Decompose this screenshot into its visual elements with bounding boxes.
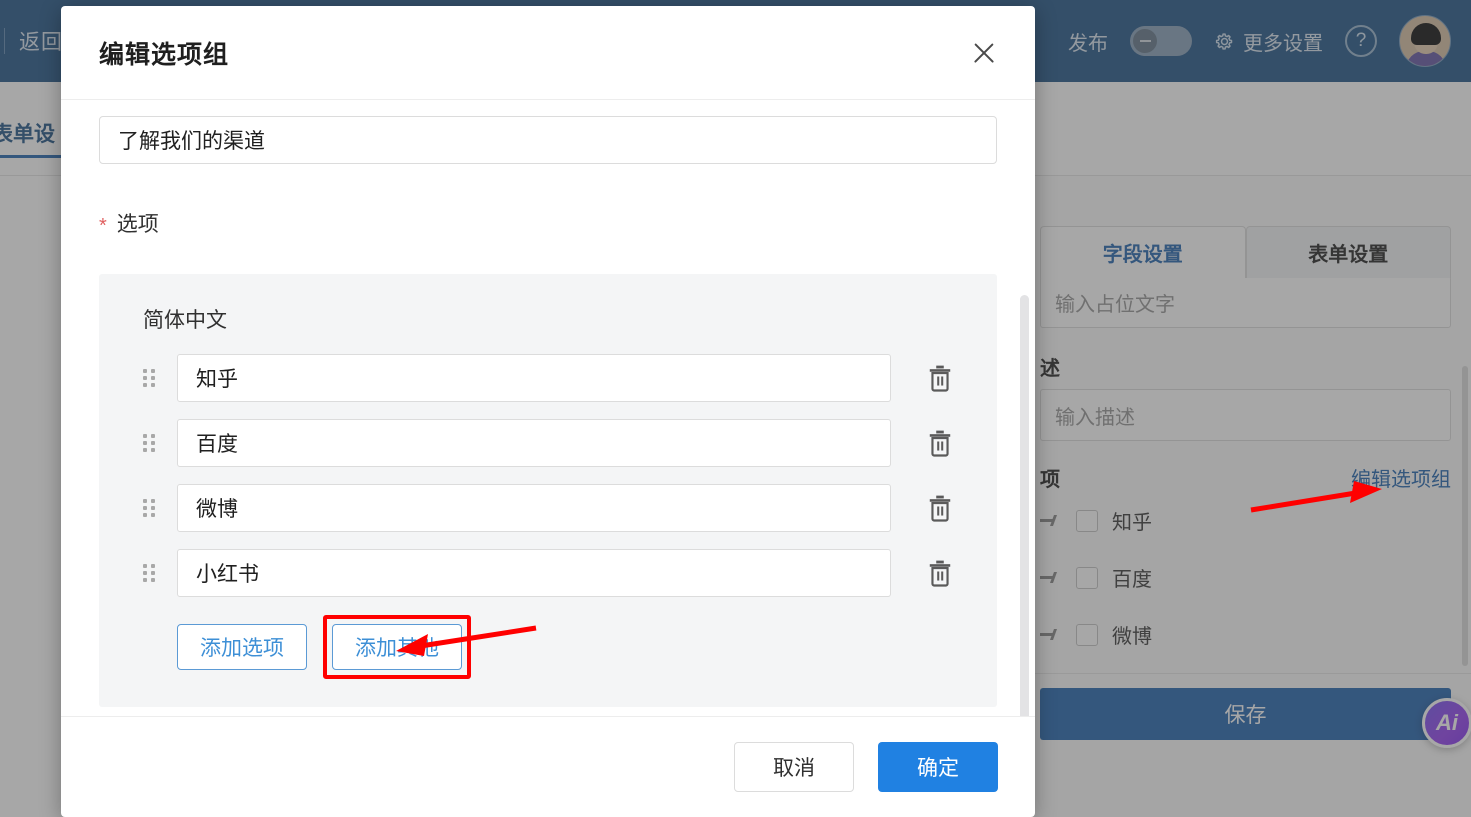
required-asterisk: *	[99, 215, 107, 237]
delete-option-trash-icon[interactable]	[927, 494, 953, 522]
options-field-label: * 选项	[99, 208, 997, 238]
dialog-header: 编辑选项组	[61, 6, 1035, 100]
language-label: 简体中文	[143, 309, 227, 332]
close-icon[interactable]	[967, 36, 1001, 70]
options-label: 选项	[116, 213, 159, 236]
dialog-scrollbar[interactable]	[1020, 295, 1029, 716]
add-other-highlight-box: 添加其他	[323, 615, 471, 679]
drag-handle-icon[interactable]	[143, 432, 157, 454]
page-title: 编辑选项组	[99, 40, 230, 69]
add-other-button[interactable]: 添加其他	[332, 624, 462, 670]
option-row: 知乎	[143, 354, 953, 402]
option-row: 小红书	[143, 549, 953, 597]
option-action-buttons: 添加选项 添加其他	[177, 615, 953, 679]
delete-option-trash-icon[interactable]	[927, 429, 953, 457]
confirm-button[interactable]: 确定	[878, 742, 998, 792]
edit-option-group-dialog: 编辑选项组 了解我们的渠道 * 选项 简体中文 知乎 百度 微博 小红书 添加选…	[61, 6, 1035, 817]
delete-option-trash-icon[interactable]	[927, 364, 953, 392]
drag-handle-icon[interactable]	[143, 367, 157, 389]
dialog-body: 了解我们的渠道 * 选项 简体中文 知乎 百度 微博 小红书 添加选项 添加其他	[61, 100, 1035, 716]
option-text-input[interactable]: 百度	[177, 419, 891, 467]
add-option-button[interactable]: 添加选项	[177, 624, 307, 670]
option-row: 微博	[143, 484, 953, 532]
option-text-input[interactable]: 微博	[177, 484, 891, 532]
drag-handle-icon[interactable]	[143, 562, 157, 584]
option-text-input[interactable]: 小红书	[177, 549, 891, 597]
delete-option-trash-icon[interactable]	[927, 559, 953, 587]
screen: 返回 发布 更多设置 ? 表单设 字段设置 表单设置 输入占位文字 述 输入描述…	[0, 0, 1471, 817]
dialog-footer: 取消 确定	[61, 716, 1035, 817]
cancel-button[interactable]: 取消	[734, 742, 854, 792]
option-group-name-input[interactable]: 了解我们的渠道	[99, 116, 997, 164]
options-editor-panel: 简体中文 知乎 百度 微博 小红书 添加选项 添加其他	[99, 274, 997, 707]
option-row: 百度	[143, 419, 953, 467]
option-text-input[interactable]: 知乎	[177, 354, 891, 402]
drag-handle-icon[interactable]	[143, 497, 157, 519]
